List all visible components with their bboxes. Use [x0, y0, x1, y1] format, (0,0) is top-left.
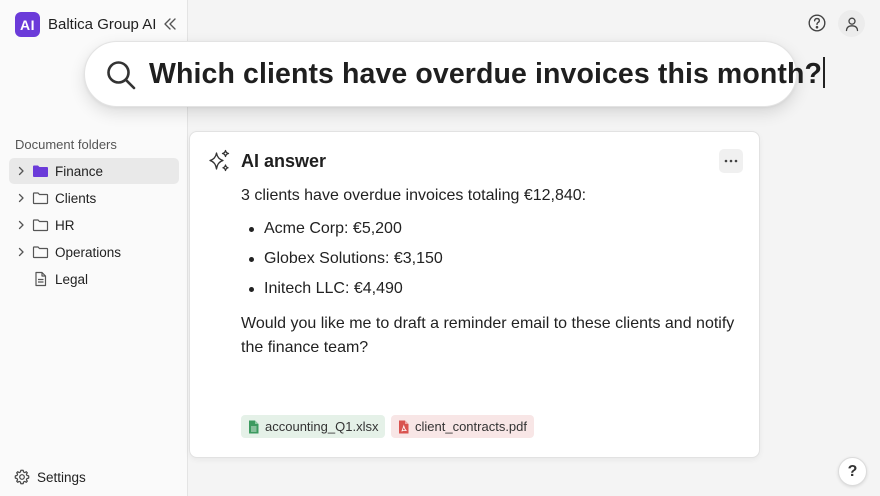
more-options-button[interactable] [719, 149, 743, 173]
help-button[interactable] [807, 13, 827, 33]
folder-label: Operations [55, 244, 122, 260]
overdue-client-list: Acme Corp: €5,200 Globex Solutions: €3,1… [241, 220, 443, 310]
text-caret [823, 57, 826, 88]
chevron-right-icon[interactable] [15, 246, 27, 258]
folder-item-operations[interactable]: Operations [9, 239, 179, 265]
source-file-name: client_contracts.pdf [415, 419, 528, 434]
brand: AI Baltica Group AI [15, 12, 156, 37]
double-chevron-left-icon [164, 18, 176, 30]
settings-button[interactable]: Settings [14, 469, 86, 485]
search-query: Which clients have overdue invoices this… [149, 58, 823, 90]
ai-answer-card: AI answer 3 clients have overdue invoice… [189, 131, 760, 458]
gear-icon [14, 469, 30, 485]
folder-item-legal[interactable]: Legal [9, 266, 179, 292]
folder-label: HR [55, 217, 75, 233]
folder-item-hr[interactable]: HR [9, 212, 179, 238]
search-input[interactable]: Which clients have overdue invoices this… [149, 57, 826, 91]
help-circle-icon [808, 14, 826, 32]
chevron-right-icon[interactable] [15, 165, 27, 177]
pdf-file-icon [399, 420, 409, 433]
folder-item-clients[interactable]: Clients [9, 185, 179, 211]
source-chip-pdf[interactable]: client_contracts.pdf [391, 415, 535, 438]
folder-filled-icon [32, 163, 50, 179]
app-name: Baltica Group AI [48, 16, 157, 33]
spreadsheet-file-icon [249, 420, 259, 433]
more-horizontal-icon [724, 159, 738, 163]
folder-icon [32, 190, 50, 206]
chevron-right-icon[interactable] [15, 192, 27, 204]
collapse-sidebar-button[interactable] [161, 15, 179, 33]
source-file-name: accounting_Q1.xlsx [265, 419, 379, 434]
folder-label: Finance [55, 163, 104, 179]
answer-followup: Would you like me to draft a reminder em… [241, 315, 735, 356]
list-item: Acme Corp: €5,200 [241, 220, 443, 250]
brand-logo: AI [15, 12, 40, 37]
chevron-right-icon[interactable] [15, 219, 27, 231]
folders-section-title: Document folders [15, 137, 117, 152]
search-icon [107, 61, 136, 90]
help-fab-button[interactable]: ? [838, 457, 867, 486]
folder-label: Clients [55, 190, 97, 206]
profile-button[interactable] [838, 10, 865, 37]
list-item: Initech LLC: €4,490 [241, 280, 443, 310]
user-icon [845, 17, 858, 31]
answer-title: AI answer [241, 151, 327, 171]
folder-list: Finance Clients HR Operations Legal [9, 158, 179, 293]
document-icon [32, 271, 50, 287]
source-chip-xlsx[interactable]: accounting_Q1.xlsx [241, 415, 386, 438]
list-item: Globex Solutions: €3,150 [241, 250, 443, 280]
search-bar[interactable]: Which clients have overdue invoices this… [84, 41, 826, 107]
folder-item-finance[interactable]: Finance [9, 158, 179, 184]
folder-label: Legal [55, 271, 89, 287]
folder-icon [32, 244, 50, 260]
sparkle-icon [209, 149, 230, 172]
answer-summary: 3 clients have overdue invoices totaling… [241, 187, 587, 204]
folder-icon [32, 217, 50, 233]
settings-label: Settings [37, 469, 86, 485]
